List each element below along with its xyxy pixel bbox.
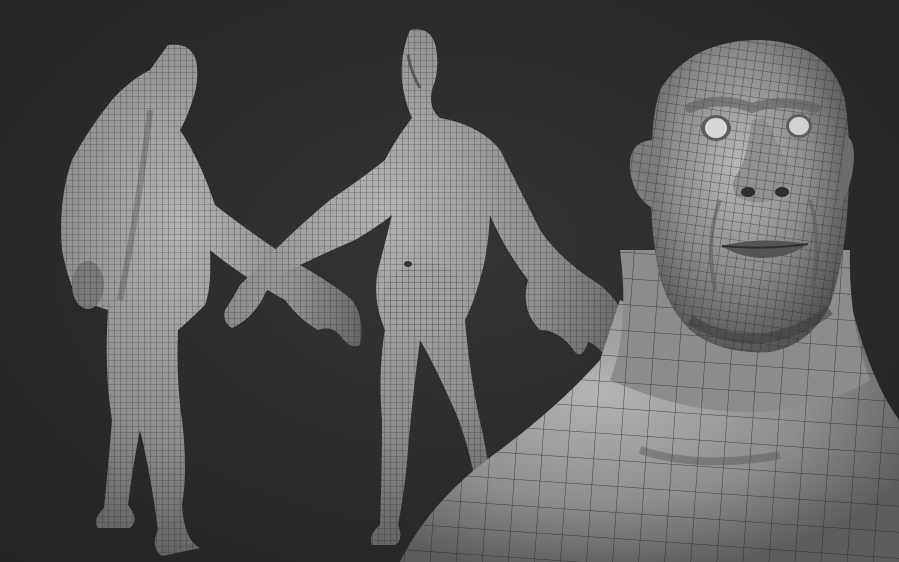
3d-viewport[interactable] <box>0 0 899 562</box>
sculpt-render <box>61 29 899 562</box>
head-closeup-view <box>400 40 899 562</box>
back-three-quarter-view <box>61 44 362 556</box>
